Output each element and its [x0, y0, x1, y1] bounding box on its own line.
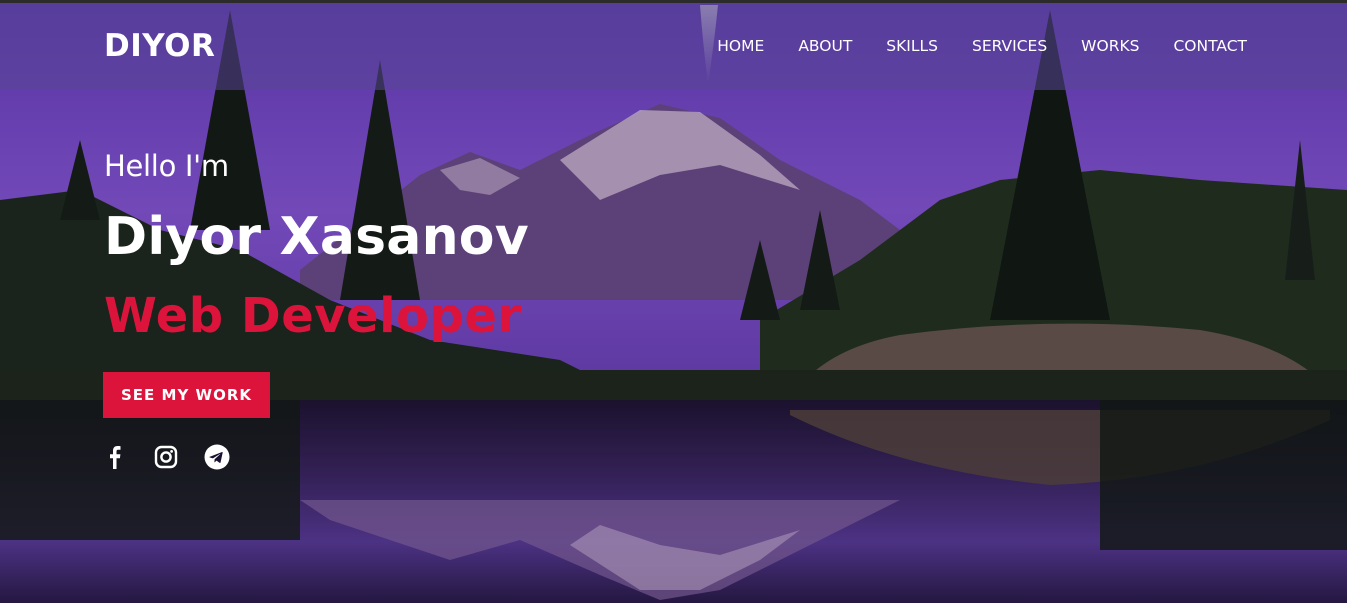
hero-greeting: Hello I'm [104, 149, 229, 183]
facebook-link[interactable] [101, 443, 128, 470]
navbar: DIYOR HOME ABOUT SKILLS SERVICES WORKS C… [0, 0, 1347, 90]
hero-intro: Hello I'm Diyor Xasanov Web Developer [104, 146, 529, 344]
hero-name: Diyor Xasanov [104, 207, 529, 267]
nav-link-home[interactable]: HOME [717, 35, 764, 57]
nav-link-skills[interactable]: SKILLS [886, 35, 938, 57]
telegram-link[interactable] [203, 443, 230, 470]
facebook-icon [109, 445, 120, 469]
site-logo[interactable]: DIYOR [104, 27, 215, 65]
instagram-link[interactable] [152, 443, 179, 470]
nav-link-contact[interactable]: CONTACT [1173, 35, 1247, 57]
nav-link-about[interactable]: ABOUT [798, 35, 852, 57]
nav-link-works[interactable]: WORKS [1081, 35, 1139, 57]
nav-link-services[interactable]: SERVICES [972, 35, 1047, 57]
instagram-icon [154, 445, 177, 468]
nav-menu: HOME ABOUT SKILLS SERVICES WORKS CONTACT [717, 35, 1247, 57]
window-top-edge [0, 0, 1347, 3]
hero-role: Web Developer [104, 288, 522, 344]
page: DIYOR HOME ABOUT SKILLS SERVICES WORKS C… [0, 0, 1347, 603]
see-my-work-button[interactable]: SEE MY WORK [103, 372, 270, 418]
social-links [101, 443, 230, 470]
telegram-icon [204, 444, 229, 469]
